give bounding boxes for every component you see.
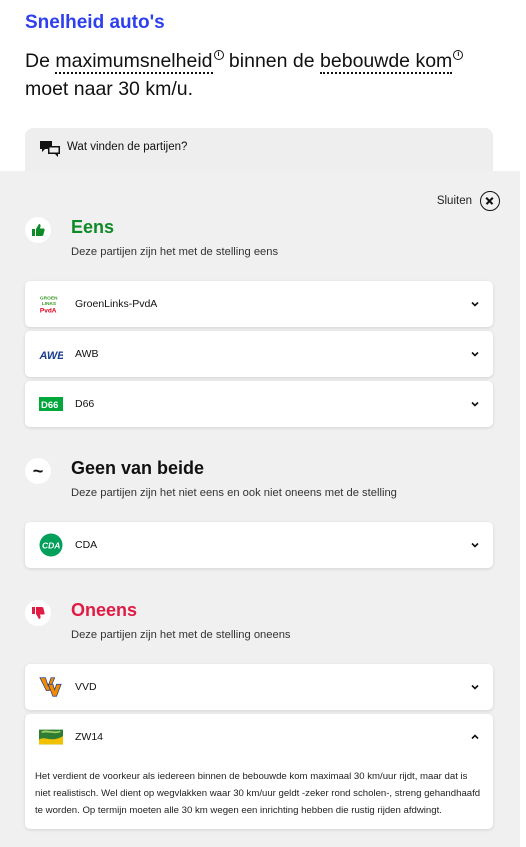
close-label: Sluiten: [436, 195, 472, 207]
thumbs-up-icon: [25, 217, 51, 243]
page: Snelheid auto's De maximumsnelheid i binn…: [0, 0, 520, 847]
section-subtitle: Deze partijen zijn het niet eens en ook …: [71, 487, 397, 499]
section-agree: Eens Deze partijen zijn het met de stell…: [25, 217, 495, 267]
svg-text:CDA: CDA: [42, 541, 60, 551]
party-name: GroenLinks-PvdA: [75, 298, 158, 310]
groenlinks-pvda-logo: GROEN LINKS PvdA: [39, 294, 63, 314]
close-button[interactable]: Sluiten: [437, 190, 500, 212]
party-argument: Het verdient de voorkeur als iedereen bi…: [35, 771, 481, 816]
chevron-down-icon: [471, 301, 479, 307]
svg-text:LINKS: LINKS: [42, 301, 56, 307]
section-title: Eens: [71, 217, 115, 237]
party-card-awb[interactable]: AWB AWB: [25, 331, 493, 377]
statement: De maximumsnelheid i binnen de bebouwde k…: [25, 47, 495, 103]
parties-panel: Sluiten Eens Deze partijen zijn het met …: [0, 171, 520, 847]
chat-bubbles-icon: [40, 141, 60, 157]
chevron-up-icon: [471, 734, 479, 740]
section-subtitle: Deze partijen zijn het met de stelling o…: [71, 629, 291, 641]
section-disagree: Oneens Deze partijen zijn het met de ste…: [25, 600, 495, 650]
zw14-logo: [39, 727, 63, 747]
thumbs-down-icon: [25, 600, 51, 626]
party-card-d66[interactable]: D66 D66: [25, 381, 493, 427]
svg-text:GROEN: GROEN: [40, 295, 58, 301]
vvd-logo: [39, 677, 63, 697]
statement-text: binnen de: [223, 50, 321, 72]
party-card-zw14[interactable]: ZW14 Het verdient de voorkeur als iedere…: [25, 714, 493, 829]
cda-logo: CDA: [39, 533, 63, 557]
section-title: Oneens: [71, 600, 138, 620]
term-maximumsnelheid[interactable]: maximumsnelheid: [55, 50, 213, 74]
awb-logo: AWB: [39, 344, 63, 364]
party-name: AWB: [75, 348, 99, 360]
section-neutral: ~ Geen van beide Deze partijen zijn het …: [25, 458, 495, 508]
tilde-icon: ~: [25, 458, 51, 484]
neutral-symbol: ~: [32, 461, 44, 481]
chevron-down-icon: [471, 542, 479, 548]
party-name: CDA: [75, 539, 98, 551]
svg-text:D66: D66: [41, 400, 58, 411]
info-icon[interactable]: i: [453, 50, 464, 60]
section-title: Geen van beide: [71, 458, 205, 478]
statement-text: De: [25, 50, 56, 72]
svg-text:AWB: AWB: [39, 350, 63, 362]
d66-logo: D66: [39, 394, 63, 414]
party-card-vvd[interactable]: VVD: [25, 664, 493, 710]
chevron-down-icon: [471, 401, 479, 407]
statement-text: moet naar 30 km/u.: [25, 78, 193, 100]
chevron-down-icon: [471, 351, 479, 357]
parties-toggle[interactable]: Wat vinden de partijen?: [25, 128, 493, 172]
section-subtitle: Deze partijen zijn het met de stelling e…: [71, 246, 279, 258]
svg-text:PvdA: PvdA: [40, 307, 57, 314]
info-icon[interactable]: i: [213, 50, 224, 60]
close-icon: [480, 191, 500, 211]
party-name: ZW14: [75, 731, 104, 743]
party-name: D66: [75, 398, 95, 410]
topic-title: Snelheid auto's: [25, 12, 165, 33]
parties-toggle-label: Wat vinden de partijen?: [67, 141, 188, 153]
term-bebouwde-kom[interactable]: bebouwde kom: [320, 50, 453, 74]
party-card-groenlinks-pvda[interactable]: GROEN LINKS PvdA GroenLinks-PvdA: [25, 281, 493, 327]
party-name: VVD: [75, 681, 97, 693]
party-card-cda[interactable]: CDA CDA: [25, 522, 493, 568]
chevron-down-icon: [471, 684, 479, 690]
